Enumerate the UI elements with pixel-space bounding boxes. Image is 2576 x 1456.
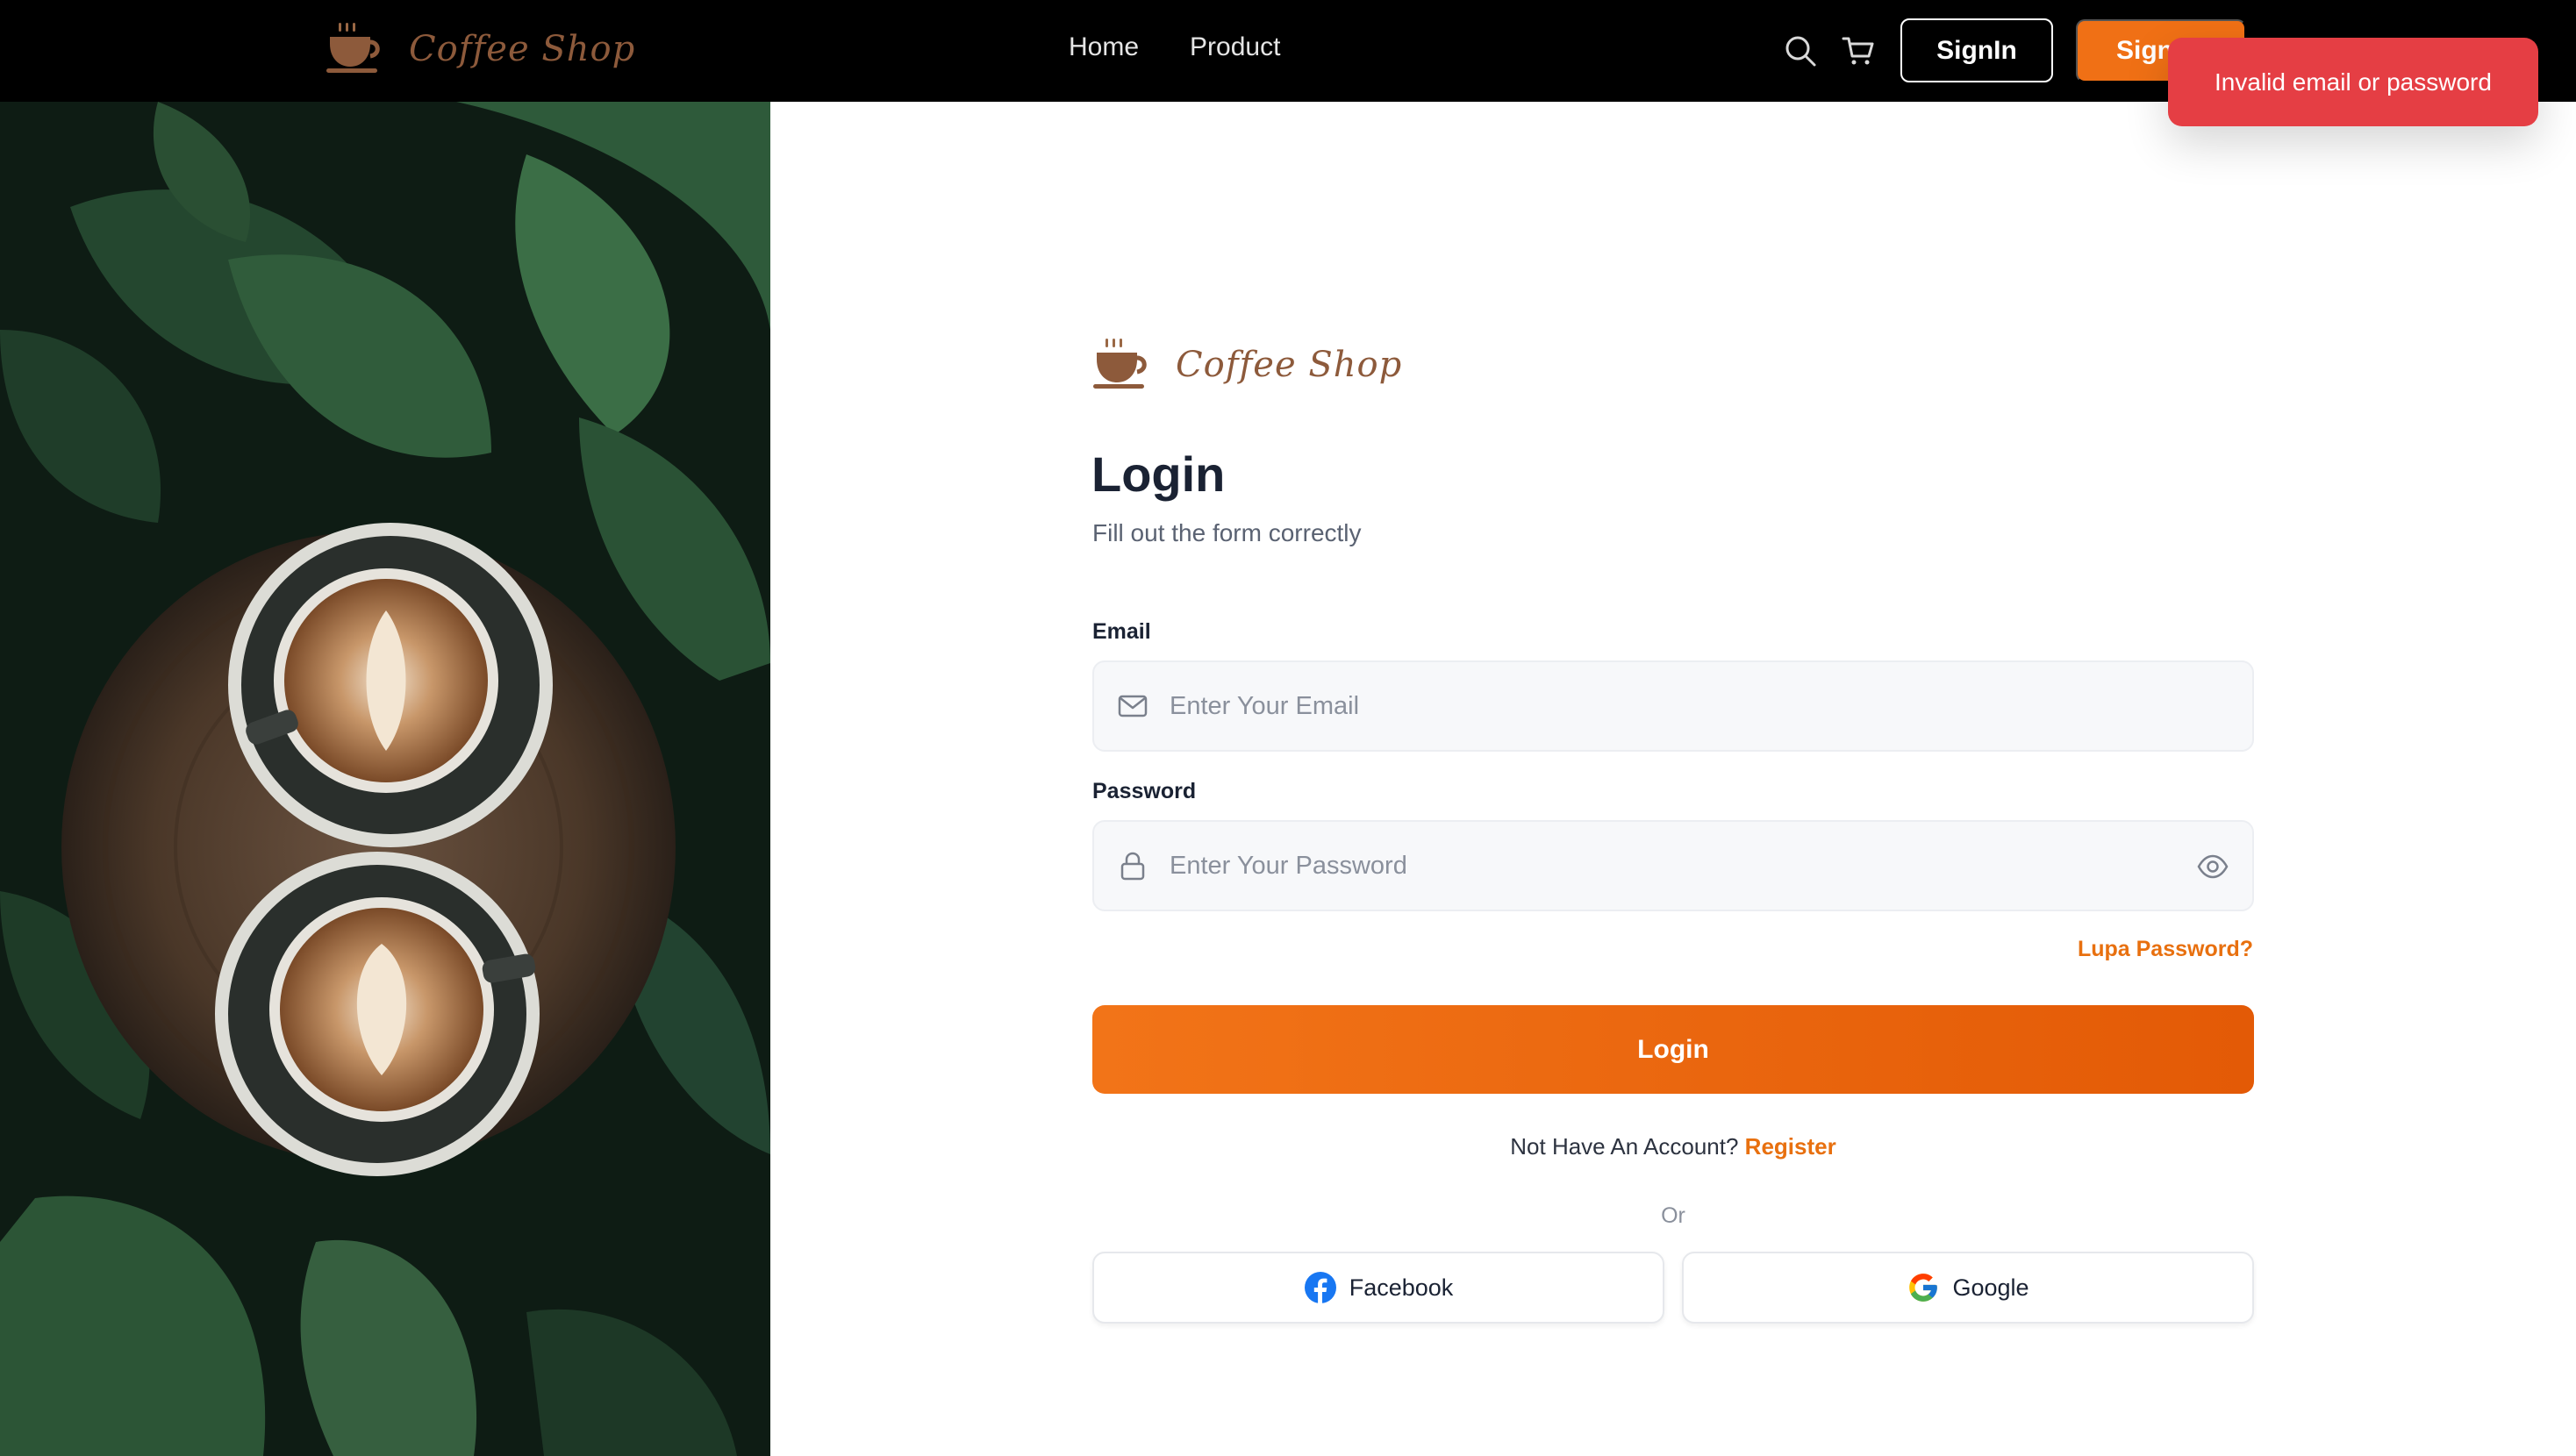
coffee-photo	[0, 102, 770, 1456]
lock-icon	[1120, 852, 1145, 881]
mail-icon	[1118, 695, 1148, 717]
login-page: Coffee Shop Home Product SignIn Sign Inv…	[0, 0, 2576, 1456]
email-label: Email	[1092, 619, 1151, 644]
register-prompt: Not Have An Account? Register	[1092, 1133, 2254, 1160]
facebook-login-button[interactable]: Facebook	[1092, 1252, 1664, 1324]
brand-name: Coffee Shop	[409, 29, 636, 69]
signin-button[interactable]: SignIn	[1900, 18, 2053, 82]
register-prompt-text: Not Have An Account?	[1510, 1133, 1739, 1160]
register-link[interactable]: Register	[1745, 1133, 1836, 1160]
password-label: Password	[1092, 779, 1197, 803]
coffee-cup-icon	[326, 23, 380, 73]
eye-icon[interactable]	[2196, 850, 2229, 883]
cart-icon[interactable]	[1841, 33, 1876, 68]
page-subtitle: Fill out the form correctly	[1092, 519, 1362, 546]
login-button[interactable]: Login	[1092, 1005, 2254, 1094]
google-icon	[1909, 1274, 1938, 1302]
password-field[interactable]	[1170, 822, 2170, 910]
or-divider: Or	[1661, 1203, 1685, 1228]
email-field[interactable]	[1170, 662, 2170, 750]
nav-link-product[interactable]: Product	[1190, 30, 1280, 65]
coffee-cup-icon	[1093, 339, 1147, 389]
email-field-wrapper	[1092, 660, 2254, 752]
password-field-wrapper	[1092, 820, 2254, 911]
google-button-label: Google	[1952, 1274, 2029, 1301]
page-title: Login	[1091, 446, 1226, 502]
nav-link-home[interactable]: Home	[1069, 30, 1139, 65]
hero-image	[0, 102, 770, 1456]
facebook-button-label: Facebook	[1349, 1274, 1454, 1301]
google-login-button[interactable]: Google	[1682, 1252, 2254, 1324]
facebook-icon	[1304, 1272, 1336, 1304]
brand-logo[interactable]: Coffee Shop	[326, 21, 635, 77]
nav-links: Home Product	[1069, 30, 1280, 65]
search-icon[interactable]	[1783, 33, 1818, 68]
form-brand-name: Coffee Shop	[1176, 345, 1403, 385]
forgot-password-link[interactable]: Lupa Password?	[2078, 937, 2253, 962]
form-brand-logo: Coffee Shop	[1093, 337, 1402, 393]
error-toast: Invalid email or password	[2168, 38, 2538, 126]
